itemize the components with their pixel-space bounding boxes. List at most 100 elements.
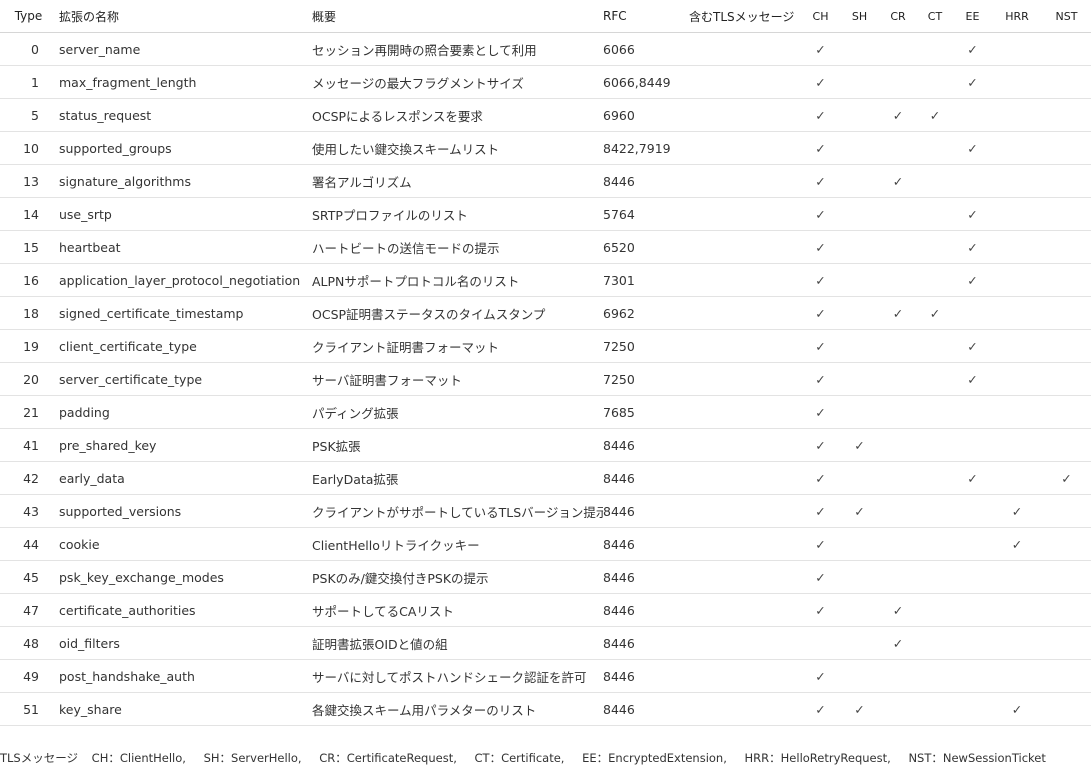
cell-name: server_name — [57, 32, 310, 66]
cell-sh — [840, 461, 879, 495]
cell-sh — [840, 296, 879, 330]
legend-item-nst: NST：NewSessionTicket — [908, 751, 1046, 765]
cell-nst — [1042, 32, 1091, 66]
cell-nst: ✓ — [1042, 461, 1091, 495]
cell-sh: ✓ — [840, 428, 879, 462]
table-row: 21 padding パディング拡張 7685 ✓ — [0, 395, 1091, 429]
cell-ee: ✓ — [953, 197, 992, 231]
cell-type: 15 — [0, 230, 57, 264]
cell-desc: OCSPによるレスポンスを要求 — [310, 98, 603, 132]
table-row: 13 signature_algorithms 署名アルゴリズム 8446 ✓ ✓ — [0, 164, 1091, 198]
cell-ct — [917, 626, 953, 660]
cell-nst — [1042, 428, 1091, 462]
cell-ct — [917, 32, 953, 66]
cell-cr — [879, 263, 917, 297]
cell-hrr — [992, 626, 1042, 660]
table-row: 14 use_srtp SRTPプロファイルのリスト 5764 ✓ ✓ — [0, 197, 1091, 231]
cell-name: early_data — [57, 461, 310, 495]
cell-ch: ✓ — [801, 362, 840, 396]
cell-cr — [879, 230, 917, 264]
cell-name: cookie — [57, 527, 310, 561]
cell-ee: ✓ — [953, 131, 992, 165]
cell-ee — [953, 626, 992, 660]
cell-name: certificate_authorities — [57, 593, 310, 627]
cell-desc: メッセージの最大フラグメントサイズ — [310, 65, 603, 99]
cell-hrr — [992, 296, 1042, 330]
cell-rfc: 6960 — [603, 98, 689, 132]
cell-nst — [1042, 659, 1091, 693]
legend-item-ch: CH：ClientHello, — [91, 751, 186, 765]
cell-cr — [879, 659, 917, 693]
cell-ch: ✓ — [801, 131, 840, 165]
cell-desc: ハートビートの送信モードの提示 — [310, 230, 603, 264]
cell-hrr — [992, 230, 1042, 264]
cell-spacer — [689, 65, 801, 99]
cell-spacer — [689, 32, 801, 66]
cell-name: max_fragment_length — [57, 65, 310, 99]
cell-ct — [917, 329, 953, 363]
cell-nst — [1042, 131, 1091, 165]
cell-nst — [1042, 98, 1091, 132]
cell-rfc: 8446 — [603, 527, 689, 561]
cell-rfc: 8446 — [603, 494, 689, 528]
cell-cr — [879, 65, 917, 99]
cell-cr — [879, 329, 917, 363]
cell-spacer — [689, 494, 801, 528]
cell-nst — [1042, 263, 1091, 297]
cell-type: 48 — [0, 626, 57, 660]
cell-name: status_request — [57, 98, 310, 132]
cell-cr: ✓ — [879, 626, 917, 660]
cell-ee: ✓ — [953, 461, 992, 495]
cell-desc: パディング拡張 — [310, 395, 603, 429]
cell-ch: ✓ — [801, 395, 840, 429]
cell-name: psk_key_exchange_modes — [57, 560, 310, 594]
table-row: 16 application_layer_protocol_negotiation… — [0, 263, 1091, 297]
cell-spacer — [689, 98, 801, 132]
table-row: 41 pre_shared_key PSK拡張 8446 ✓ ✓ — [0, 428, 1091, 462]
cell-desc: 署名アルゴリズム — [310, 164, 603, 198]
cell-desc: サーバ証明書フォーマット — [310, 362, 603, 396]
table-row: 5 status_request OCSPによるレスポンスを要求 6960 ✓ ✓ ✓ — [0, 98, 1091, 132]
legend-item-ct: CT：Certificate, — [474, 751, 565, 765]
cell-type: 45 — [0, 560, 57, 594]
cell-spacer — [689, 593, 801, 627]
cell-ch: ✓ — [801, 527, 840, 561]
header-type: Type — [0, 0, 57, 33]
cell-nst — [1042, 494, 1091, 528]
header-cr: CR — [879, 0, 917, 33]
cell-spacer — [689, 329, 801, 363]
cell-type: 49 — [0, 659, 57, 693]
cell-nst — [1042, 197, 1091, 231]
cell-sh — [840, 131, 879, 165]
cell-cr: ✓ — [879, 164, 917, 198]
cell-spacer — [689, 428, 801, 462]
header-ee: EE — [953, 0, 992, 33]
cell-rfc: 7301 — [603, 263, 689, 297]
cell-type: 5 — [0, 98, 57, 132]
cell-name: supported_versions — [57, 494, 310, 528]
header-hrr: HRR — [992, 0, 1042, 33]
table-row: 10 supported_groups 使用したい鍵交換スキームリスト 8422,79… — [0, 131, 1091, 165]
cell-ct — [917, 164, 953, 198]
cell-ch: ✓ — [801, 65, 840, 99]
cell-nst — [1042, 692, 1091, 726]
cell-type: 20 — [0, 362, 57, 396]
legend-item-cr: CR：CertificateRequest, — [319, 751, 457, 765]
cell-spacer — [689, 692, 801, 726]
cell-ch: ✓ — [801, 593, 840, 627]
cell-ct — [917, 527, 953, 561]
cell-ee — [953, 593, 992, 627]
cell-ee — [953, 692, 992, 726]
cell-ee: ✓ — [953, 65, 992, 99]
cell-ct — [917, 593, 953, 627]
cell-hrr — [992, 329, 1042, 363]
cell-sh — [840, 527, 879, 561]
cell-ch: ✓ — [801, 98, 840, 132]
cell-cr — [879, 560, 917, 594]
cell-spacer — [689, 197, 801, 231]
cell-name: application_layer_protocol_negotiation — [57, 263, 310, 297]
cell-ee — [953, 494, 992, 528]
cell-rfc: 8446 — [603, 626, 689, 660]
cell-ct — [917, 560, 953, 594]
cell-ct — [917, 362, 953, 396]
